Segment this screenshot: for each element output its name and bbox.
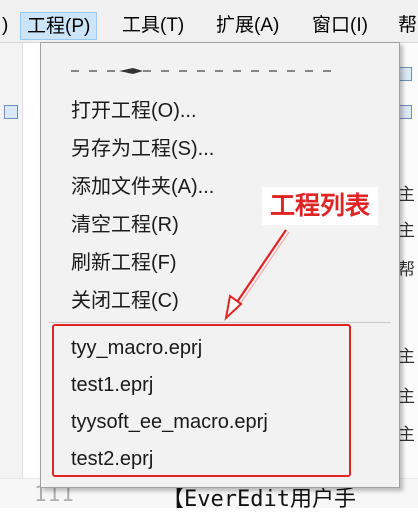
editor-text-fragment: 主 [398, 387, 415, 406]
project-list-label: 工程列表 [262, 187, 379, 225]
editor-text-fragment: 主 [398, 185, 415, 204]
menu-item-add-folder[interactable]: 添加文件夹(A)... [71, 170, 214, 204]
editor-text-fragment: 主 [398, 221, 415, 240]
menu-extensions[interactable]: 扩展(A) [210, 12, 285, 40]
menu-item-refresh-project[interactable]: 刷新工程(F) [71, 246, 177, 280]
editor-gutter [0, 43, 23, 507]
editor-text-fragment: 主 [398, 425, 415, 444]
menu-tools[interactable]: 工具(T) [116, 12, 190, 40]
menu-item-save-project-as[interactable]: 另存为工程(S)... [71, 132, 214, 166]
editor-text-fragment: 主 [398, 347, 415, 366]
menu-item-close-project[interactable]: 关闭工程(C) [71, 284, 179, 318]
project-list-highlight [52, 324, 351, 477]
menu-item-clear-project[interactable]: 清空工程(R) [71, 208, 179, 242]
editor-text-fragment: 帮 [398, 260, 415, 279]
tearoff-handle[interactable] [71, 67, 331, 75]
menu-bar: ) 工程(P) 工具(T) 扩展(A) 窗口(I) 帮 [0, 0, 418, 43]
menu-separator [49, 322, 391, 323]
menu-item-open-project[interactable]: 打开工程(O)... [71, 94, 197, 128]
menu-project[interactable]: 工程(P) [20, 12, 98, 40]
menu-partial[interactable]: ) [0, 12, 14, 40]
menu-help[interactable]: 帮 [392, 12, 418, 40]
toolbar-icon[interactable] [398, 105, 412, 119]
toolbar-icon[interactable] [398, 67, 412, 81]
toolbar-icon[interactable] [4, 105, 18, 119]
menu-window[interactable]: 窗口(I) [306, 12, 374, 40]
